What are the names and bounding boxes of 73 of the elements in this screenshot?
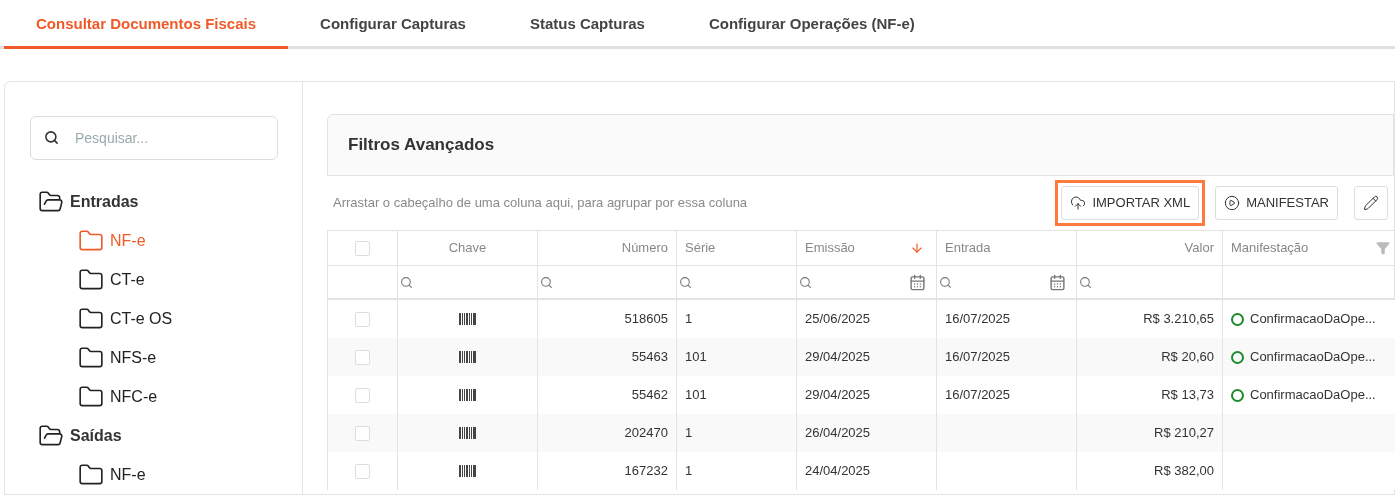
tree-item[interactable]: NFC-e xyxy=(30,377,278,416)
search-icon[interactable] xyxy=(400,275,413,289)
search-icon[interactable] xyxy=(939,275,952,289)
calendar-icon[interactable] xyxy=(1049,273,1066,291)
pencil-icon xyxy=(1363,195,1379,211)
search-icon[interactable] xyxy=(1079,275,1092,289)
table-cell-text: R$ 20,60 xyxy=(1161,348,1214,367)
table-cell-text: 518605 xyxy=(624,310,668,329)
row-checkbox[interactable] xyxy=(355,425,370,441)
play-icon xyxy=(1224,195,1241,211)
barcode-icon xyxy=(458,427,477,439)
table-cell-text: R$ 210,27 xyxy=(1154,424,1214,443)
tree-item[interactable]: Saídas xyxy=(30,416,278,455)
search-field[interactable]: Pesquisar... xyxy=(30,116,278,160)
tab[interactable]: Configurar Capturas xyxy=(288,3,498,49)
group-hint: Arrastar o cabeçalho de uma coluna aqui, para agrupar por essa coluna xyxy=(333,194,749,213)
filters-panel[interactable]: Filtros Avançados xyxy=(327,114,1394,176)
table-cell-text: 1 xyxy=(685,310,693,329)
select-all-checkbox[interactable] xyxy=(355,240,370,256)
table-cell-text: 202470 xyxy=(624,424,668,443)
table-cell-text: R$ 382,00 xyxy=(1154,462,1214,481)
table-cell-text: 1 xyxy=(685,424,693,443)
table-cell-text: 167232 xyxy=(624,462,668,481)
cloud-upload-icon xyxy=(1070,195,1087,211)
tree-item[interactable]: NF-e xyxy=(30,455,278,494)
column-header[interactable]: Manifestação xyxy=(1231,238,1370,258)
table-cell-text: 25/06/2025 xyxy=(805,310,871,329)
table-cell-text: R$ 3.210,65 xyxy=(1143,310,1214,329)
column-header[interactable]: Série xyxy=(685,238,716,258)
search-icon xyxy=(44,130,59,145)
tree-item[interactable]: NFS-e xyxy=(30,338,278,377)
column-header[interactable]: Chave xyxy=(448,238,487,258)
table-cell-text: ConfirmacaoDaOpe... xyxy=(1250,310,1376,329)
table-cell-text: 55462 xyxy=(631,386,668,405)
table-cell-text: R$ 13,73 xyxy=(1161,386,1214,405)
table-cell-text: 101 xyxy=(685,348,707,367)
column-header[interactable]: Número xyxy=(621,238,668,258)
search-icon[interactable] xyxy=(799,275,812,289)
edit-button[interactable] xyxy=(1354,186,1388,220)
search-icon[interactable] xyxy=(679,275,692,289)
column-header[interactable]: Emissão xyxy=(805,238,904,258)
table-cell-text: 55463 xyxy=(631,348,668,367)
barcode-icon xyxy=(458,465,477,477)
table-cell-text: ConfirmacaoDaOpe... xyxy=(1250,386,1376,405)
tree-item[interactable]: CT-e xyxy=(30,260,278,299)
row-checkbox[interactable] xyxy=(355,463,370,479)
tab[interactable]: Configurar Operações (NF-e) xyxy=(676,3,947,49)
table-cell-text: 29/04/2025 xyxy=(805,348,871,367)
search-icon[interactable] xyxy=(540,275,553,289)
table-cell-text: 16/07/2025 xyxy=(945,348,1011,367)
barcode-icon xyxy=(458,313,477,325)
tree-item[interactable]: Entradas xyxy=(30,182,278,221)
table-cell-text: 1 xyxy=(685,462,693,481)
tree-item[interactable]: CT-e OS xyxy=(30,299,278,338)
row-checkbox[interactable] xyxy=(355,349,370,365)
table-cell-text: ConfirmacaoDaOpe... xyxy=(1250,348,1376,367)
column-header[interactable]: Entrada xyxy=(945,238,991,258)
toolbar-button[interactable]: MANIFESTAR xyxy=(1215,186,1338,220)
barcode-icon xyxy=(458,389,477,401)
column-header[interactable]: Valor xyxy=(1184,238,1214,258)
table-cell-text: 24/04/2025 xyxy=(805,462,871,481)
table-cell-text: 16/07/2025 xyxy=(945,386,1011,405)
barcode-icon xyxy=(458,351,477,363)
panel-title: Filtros Avançados xyxy=(348,134,495,157)
table-cell-text: 26/04/2025 xyxy=(805,424,871,443)
toolbar-button[interactable]: IMPORTAR XML xyxy=(1061,186,1200,220)
row-checkbox[interactable] xyxy=(355,387,370,403)
calendar-icon[interactable] xyxy=(909,273,926,291)
row-checkbox[interactable] xyxy=(355,311,370,327)
tab[interactable]: Status Capturas xyxy=(497,3,677,49)
table-cell-text: 101 xyxy=(685,386,707,405)
table-cell-text: 29/04/2025 xyxy=(805,386,871,405)
table-cell-text: 16/07/2025 xyxy=(945,310,1011,329)
